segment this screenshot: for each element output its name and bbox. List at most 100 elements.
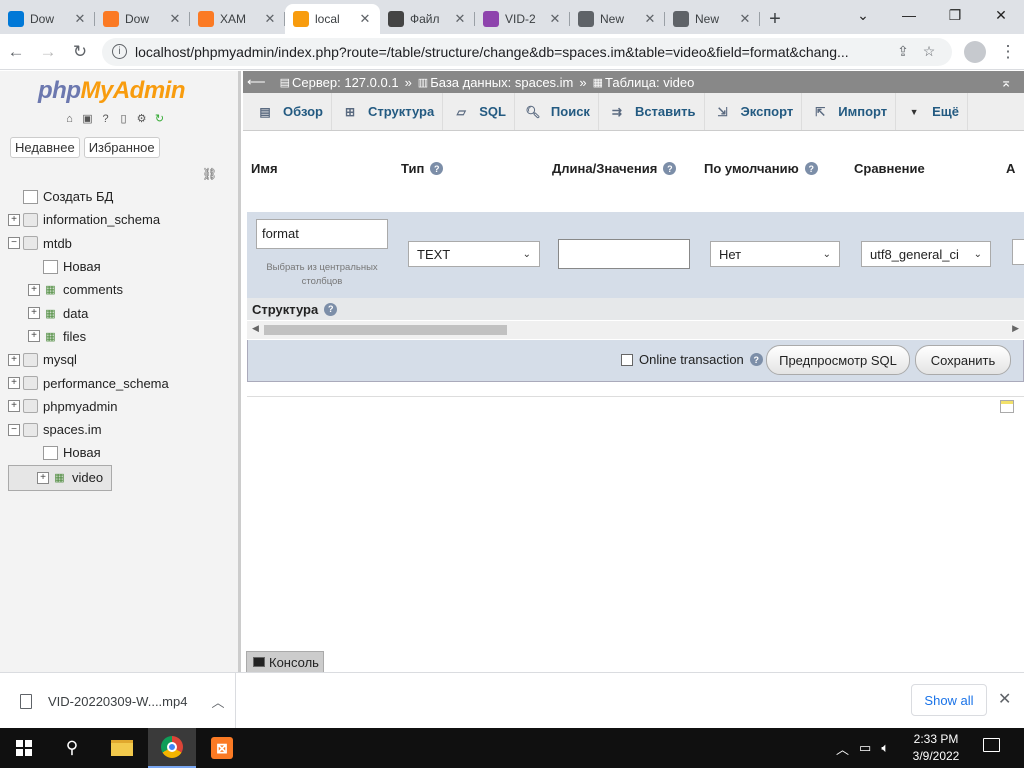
tree-item-label[interactable]: spaces.im xyxy=(43,422,102,437)
close-tab-icon[interactable]: ✕ xyxy=(738,11,752,27)
help-icon[interactable]: ? xyxy=(749,353,763,366)
logout-icon[interactable]: ▣ xyxy=(80,111,95,126)
chrome-taskbar-icon[interactable] xyxy=(148,728,196,768)
default-select[interactable]: Нет ⌄ xyxy=(710,241,840,267)
tree-database[interactable]: − spaces.im xyxy=(8,418,236,441)
close-icon[interactable]: ✕ xyxy=(998,689,1011,709)
tree-database[interactable]: − mtdb xyxy=(8,232,236,255)
browser-tab[interactable]: local ✕ xyxy=(285,4,380,34)
xampp-taskbar-icon[interactable]: ⊠ xyxy=(198,728,246,768)
download-filename[interactable]: VID-20220309-W....mp4 xyxy=(48,694,187,709)
help-icon[interactable]: ? xyxy=(324,302,338,316)
expand-icon[interactable]: + xyxy=(28,330,40,343)
tab-favorites[interactable]: Избранное xyxy=(83,137,160,158)
site-info-icon[interactable]: i xyxy=(112,44,127,59)
tree-database[interactable]: + performance_schema xyxy=(8,371,236,394)
collation-select[interactable]: utf8_general_ci ⌄ xyxy=(861,241,991,267)
attributes-select[interactable] xyxy=(1012,239,1024,265)
clock[interactable]: 2:33 PM 3/9/2022 xyxy=(905,731,967,765)
tab-recent[interactable]: Недавнее xyxy=(10,137,80,158)
online-transaction-label[interactable]: Online transaction xyxy=(639,352,744,367)
tree-item-label[interactable]: files xyxy=(63,329,86,344)
tree-item-label[interactable]: mtdb xyxy=(43,236,72,251)
tray-chevron-up-icon[interactable]: ︿ xyxy=(836,739,849,758)
tree-table[interactable]: + ▦ files xyxy=(8,325,236,348)
menu-tab-more-caret[interactable]: ▼ Ещё xyxy=(896,93,969,130)
preview-sql-button[interactable]: Предпросмотр SQL xyxy=(766,345,910,375)
browser-tab[interactable]: Dow ✕ xyxy=(95,4,190,34)
tree-new-item[interactable]: Новая xyxy=(8,441,236,464)
download-item[interactable]: VID-20220309-W....mp4 ︿ xyxy=(0,673,236,729)
network-icon[interactable]: ▭ xyxy=(859,740,871,756)
page-settings-icon[interactable] xyxy=(1000,400,1014,413)
tree-item-label[interactable]: video xyxy=(72,470,103,485)
type-select[interactable]: TEXT ⌄ xyxy=(408,241,540,267)
expand-icon[interactable]: + xyxy=(37,471,49,484)
docs-icon[interactable]: ▯ xyxy=(116,111,131,126)
address-bar[interactable]: i localhost/phpmyadmin/index.php?route=/… xyxy=(102,37,952,66)
tree-item-label[interactable]: Новая xyxy=(63,445,101,460)
close-tab-icon[interactable]: ✕ xyxy=(168,11,182,27)
menu-tab-export[interactable]: ⇲ Экспорт xyxy=(705,93,803,130)
menu-tab-import[interactable]: ⇱ Импорт xyxy=(802,93,897,130)
browser-tab[interactable]: VID-2 ✕ xyxy=(475,4,570,34)
horizontal-scrollbar[interactable]: ◀ ▶ xyxy=(247,321,1024,339)
expand-icon[interactable]: + xyxy=(8,213,20,226)
tree-item-label[interactable]: mysql xyxy=(43,352,77,367)
close-window-button[interactable]: ✕ xyxy=(978,0,1024,30)
tree-new-item[interactable]: Создать БД xyxy=(8,185,236,208)
menu-tab-sql[interactable]: ▱ SQL xyxy=(443,93,515,130)
search-icon[interactable]: ⚲ xyxy=(48,728,96,768)
browser-tab[interactable]: Dow ✕ xyxy=(0,4,95,34)
help-icon[interactable]: ? xyxy=(663,162,677,175)
expand-icon[interactable]: + xyxy=(28,283,40,296)
menu-tab-structure[interactable]: ⊞ Структура xyxy=(332,93,444,130)
collapse-nav-arrow-icon[interactable]: ⟵ xyxy=(247,74,266,90)
collapse-icon[interactable]: − xyxy=(8,237,20,250)
start-button[interactable] xyxy=(0,728,48,768)
breadcrumb-database[interactable]: База данных: spaces.im xyxy=(430,75,573,90)
field-name-input[interactable]: format xyxy=(256,219,388,249)
home-icon[interactable]: ⌂ xyxy=(62,111,77,126)
tree-item-label[interactable]: phpmyadmin xyxy=(43,399,117,414)
close-tab-icon[interactable]: ✕ xyxy=(643,11,657,27)
tab-search-icon[interactable]: ⌄ xyxy=(840,0,886,30)
menu-tab-search[interactable]: 🔍︎ Поиск xyxy=(515,93,599,130)
online-transaction-option[interactable]: Online transaction ? xyxy=(621,352,763,367)
forward-arrow-icon[interactable]: → xyxy=(32,36,64,68)
help-icon[interactable]: ? xyxy=(430,162,444,175)
browser-menu-icon[interactable]: ⋮ xyxy=(992,36,1024,68)
new-tab-button[interactable]: + xyxy=(760,4,790,34)
volume-icon[interactable]: 🔈︎ xyxy=(881,740,889,756)
tree-table[interactable]: + ▦ data xyxy=(8,301,236,324)
back-arrow-icon[interactable]: ← xyxy=(0,36,32,68)
online-transaction-checkbox[interactable] xyxy=(621,353,633,366)
tree-item-label[interactable]: Создать БД xyxy=(43,189,113,204)
collapse-top-icon[interactable]: ⌅ xyxy=(1000,74,1012,91)
url-text[interactable]: localhost/phpmyadmin/index.php?route=/ta… xyxy=(135,44,890,60)
close-tab-icon[interactable]: ✕ xyxy=(548,11,562,27)
close-tab-icon[interactable]: ✕ xyxy=(73,11,87,27)
reload-nav-icon[interactable]: ↻ xyxy=(152,111,167,126)
breadcrumb-server[interactable]: Сервер: 127.0.0.1 xyxy=(292,75,399,90)
close-tab-icon[interactable]: ✕ xyxy=(358,11,372,27)
menu-tab-browse[interactable]: ▤ Обзор xyxy=(247,93,332,130)
settings-gear-icon[interactable]: ⚙ xyxy=(134,111,149,126)
help-icon[interactable]: ? xyxy=(98,111,113,126)
expand-icon[interactable]: + xyxy=(8,377,20,390)
browser-tab[interactable]: XAM ✕ xyxy=(190,4,285,34)
minimize-button[interactable]: — xyxy=(886,0,932,30)
link-with-main-icon[interactable]: ⛓ xyxy=(202,167,217,181)
browser-tab[interactable]: New ✕ xyxy=(665,4,760,34)
tree-item-label[interactable]: Новая xyxy=(63,259,101,274)
tree-item-label[interactable]: information_schema xyxy=(43,212,160,227)
tree-database[interactable]: + mysql xyxy=(8,348,236,371)
close-tab-icon[interactable]: ✕ xyxy=(263,11,277,27)
tree-database[interactable]: + phpmyadmin xyxy=(8,395,236,418)
chevron-up-icon[interactable]: ︿ xyxy=(211,692,224,711)
tree-new-item[interactable]: Новая xyxy=(8,255,236,278)
notifications-icon[interactable] xyxy=(983,738,1000,752)
menu-tab-insert[interactable]: ⇉ Вставить xyxy=(599,93,705,130)
tree-database[interactable]: + information_schema xyxy=(8,208,236,231)
expand-icon[interactable]: + xyxy=(28,307,40,320)
